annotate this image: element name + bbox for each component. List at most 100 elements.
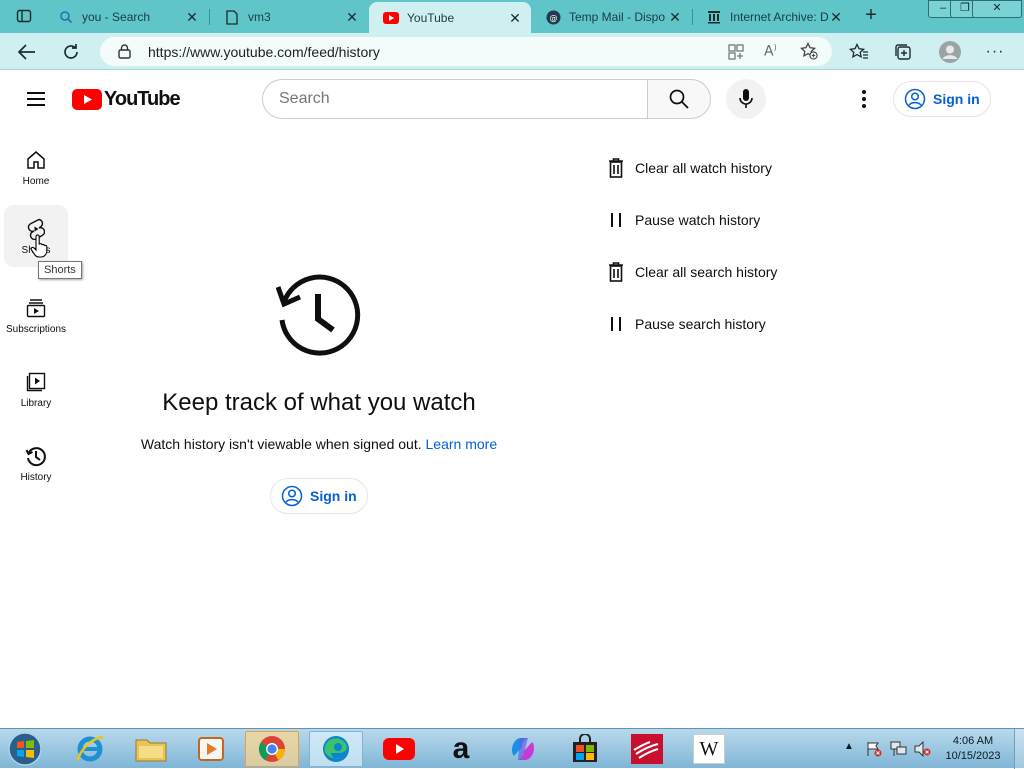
history-icon (24, 444, 48, 468)
learn-more-link[interactable]: Learn more (426, 436, 498, 452)
refresh-icon (64, 44, 78, 59)
tab-youtube[interactable]: YouTube ✕ (369, 2, 531, 33)
add-favorite-icon[interactable] (799, 41, 818, 65)
amazon-icon: a (452, 732, 470, 765)
collections-button[interactable] (890, 39, 916, 65)
search-icon (669, 89, 689, 109)
browser-toolbar: https://www.youtube.com/feed/history A) … (0, 33, 1024, 70)
youtube-logo-text: YouTube (104, 87, 181, 110)
close-icon[interactable]: ✕ (344, 9, 360, 25)
youtube-masthead: YouTube Search Sign in (0, 71, 1024, 127)
search-button[interactable] (647, 79, 711, 119)
guide-item-subscriptions[interactable]: Subscriptions (4, 284, 68, 346)
bank-of-america-taskbar-button[interactable] (620, 731, 674, 767)
voice-search-button[interactable] (726, 79, 766, 119)
collections-icon (895, 44, 911, 60)
home-icon (24, 148, 48, 172)
show-desktop-button[interactable] (1014, 729, 1024, 769)
media-player-icon (198, 737, 224, 761)
show-hidden-icons-button[interactable]: ▲ (844, 741, 854, 752)
media-player-taskbar-button[interactable] (184, 731, 238, 767)
network-icon[interactable] (890, 741, 908, 762)
clear-watch-history-button[interactable]: Clear all watch history (606, 156, 772, 180)
guide-item-library[interactable]: Library (4, 358, 68, 420)
youtube-logo[interactable]: YouTube (72, 87, 181, 111)
youtube-taskbar-button[interactable] (372, 731, 426, 767)
read-aloud-icon[interactable]: A) (764, 43, 777, 60)
tab-label: Temp Mail - Dispo (569, 10, 666, 24)
search-input[interactable]: Search (262, 79, 648, 119)
sign-in-button[interactable]: Sign in (270, 478, 368, 514)
youtube-app-icon (383, 738, 415, 760)
action-label: Pause search history (635, 316, 766, 332)
back-arrow-icon (18, 44, 35, 60)
store-taskbar-button[interactable] (558, 731, 612, 767)
refresh-button[interactable] (58, 39, 84, 65)
close-icon[interactable]: ✕ (828, 9, 844, 25)
lock-icon[interactable] (118, 44, 131, 64)
copilot-icon (512, 738, 534, 760)
sign-in-button[interactable]: Sign in (893, 81, 991, 117)
tab-label: vm3 (248, 10, 271, 24)
wikipedia-taskbar-button[interactable]: W (682, 731, 736, 767)
tab-internet-archive[interactable]: Internet Archive: D ✕ (692, 2, 852, 32)
copilot-taskbar-button[interactable] (496, 731, 550, 767)
close-icon[interactable]: ✕ (667, 9, 683, 25)
account-circle-icon (904, 88, 926, 110)
app-available-icon[interactable] (728, 44, 744, 65)
description-text: Watch history isn't viewable when signed… (140, 436, 422, 452)
pause-watch-history-button[interactable]: Pause watch history (606, 208, 760, 232)
tab-search[interactable]: you - Search ✕ (44, 2, 208, 32)
profile-avatar-icon (939, 41, 961, 63)
clock-time: 4:06 AM (952, 735, 994, 747)
tab-label: Internet Archive: D (730, 10, 828, 24)
address-bar[interactable]: https://www.youtube.com/feed/history A) (100, 37, 832, 66)
guide-item-history[interactable]: History (4, 432, 68, 494)
close-icon[interactable]: ✕ (507, 10, 523, 26)
more-horizontal-icon: ··· (985, 43, 1005, 60)
pause-search-history-button[interactable]: Pause search history (606, 312, 766, 336)
profile-button[interactable] (937, 39, 963, 65)
guide-item-home[interactable]: Home (4, 136, 68, 198)
system-clock[interactable]: 4:06 AM 10/15/2023 (938, 734, 1008, 764)
window-close-button[interactable]: ✕ (972, 0, 1022, 18)
back-button[interactable] (14, 39, 40, 65)
guide-item-label: Library (20, 398, 52, 409)
guide-item-label: Subscriptions (5, 324, 67, 335)
store-icon (573, 734, 597, 762)
internet-explorer-icon (76, 735, 104, 762)
url-text[interactable]: https://www.youtube.com/feed/history (148, 44, 380, 60)
close-icon[interactable]: ✕ (184, 9, 200, 25)
clear-search-history-button[interactable]: Clear all search history (606, 260, 777, 284)
empty-state-description: Watch history isn't viewable when signed… (120, 436, 518, 452)
settings-more-button[interactable]: ··· (982, 39, 1008, 65)
tab-label: YouTube (407, 10, 455, 25)
amazon-taskbar-button[interactable]: a (434, 731, 488, 767)
tab-actions-icon[interactable] (16, 8, 32, 24)
action-label: Clear all search history (635, 264, 778, 280)
account-circle-icon (281, 485, 303, 507)
tab-tempmail[interactable]: @ Temp Mail - Dispo ✕ (531, 2, 691, 32)
file-explorer-icon (135, 739, 167, 762)
settings-button[interactable] (856, 87, 872, 111)
edge-taskbar-button[interactable] (309, 731, 363, 767)
search-icon (58, 9, 74, 25)
empty-state-title: Keep track of what you watch (162, 389, 476, 416)
subscriptions-icon (24, 296, 48, 320)
chrome-taskbar-button[interactable] (245, 731, 299, 767)
tab-vm3[interactable]: vm3 ✕ (210, 2, 368, 32)
guide-menu-button[interactable] (24, 87, 48, 111)
file-explorer-taskbar-button[interactable] (124, 731, 178, 767)
favorites-icon (849, 43, 868, 59)
action-center-flag-icon[interactable] (866, 741, 882, 762)
favorites-button[interactable] (846, 39, 872, 65)
new-tab-button[interactable]: + (860, 4, 882, 26)
tempmail-icon: @ (545, 9, 561, 25)
sign-in-label: Sign in (933, 91, 980, 107)
document-icon (224, 9, 240, 25)
volume-muted-icon[interactable] (914, 740, 932, 762)
trash-icon (606, 262, 626, 282)
action-label: Pause watch history (635, 212, 761, 228)
start-button[interactable] (4, 730, 46, 768)
internet-explorer-taskbar-button[interactable] (63, 731, 117, 767)
